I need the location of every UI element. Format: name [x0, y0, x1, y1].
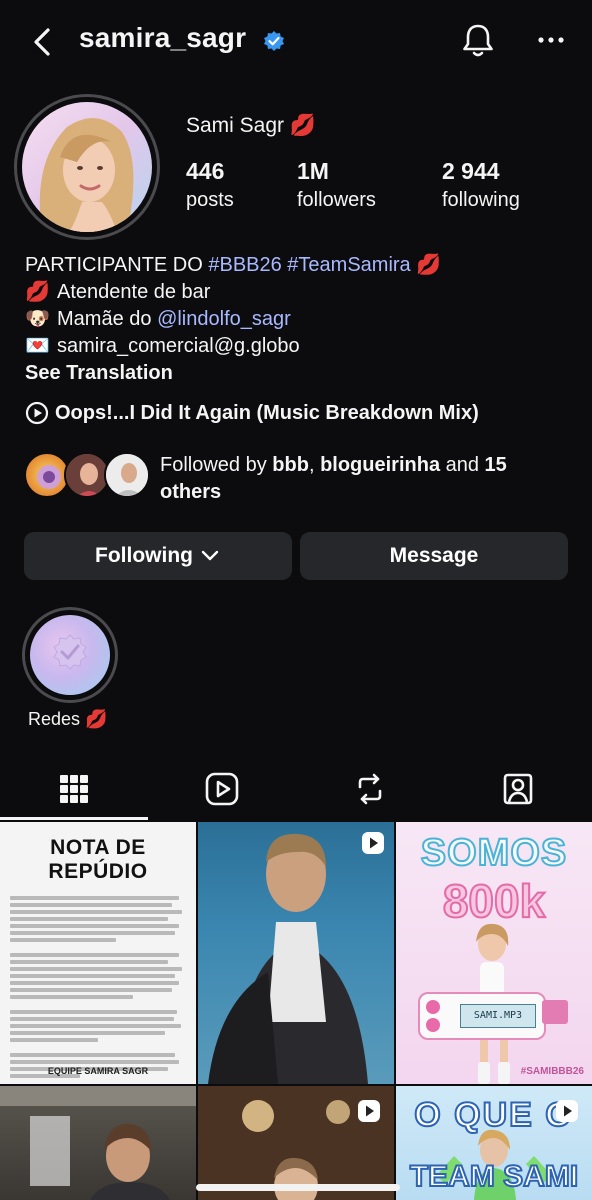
kiss-emoji: 💋 — [25, 281, 50, 303]
followers-count: 1M — [297, 158, 329, 184]
kiss-emoji: 💋 — [416, 254, 442, 276]
tab-reposts[interactable] — [296, 758, 444, 820]
tab-reels[interactable] — [148, 758, 296, 820]
badge-check-icon — [53, 634, 87, 670]
mutual-name-1: bbb — [272, 454, 309, 476]
others-text: others — [160, 481, 222, 503]
post-footer-text: EQUIPE SAMIRA SAGR — [47, 1066, 149, 1076]
usb-plug — [542, 1000, 568, 1024]
bio-text: Atendente de bar — [57, 281, 211, 303]
see-translation-link[interactable]: See Translation — [25, 360, 441, 387]
tab-grid[interactable] — [0, 758, 148, 820]
mutual-name-2: blogueirinha — [320, 454, 441, 476]
mutual-count: 15 — [484, 454, 507, 476]
back-arrow-icon[interactable] — [28, 22, 58, 62]
post-thumbnail-somos-800k[interactable]: SOMOS 800k SAMI.MP3 #SAMIBBB26 — [396, 822, 592, 1084]
profile-username: samira_sagr — [79, 22, 247, 53]
top-bar: samira_sagr — [0, 0, 592, 84]
highlight-label: Redes 💋 — [28, 709, 108, 729]
bio-email: samira_comercial@g.globo — [57, 335, 300, 357]
love-letter-emoji: 💌 — [25, 335, 50, 357]
post-thumbnail-video[interactable] — [198, 822, 394, 1084]
profile-music[interactable]: Oops!...I Did It Again (Music Breakdown … — [25, 401, 479, 425]
device-screen-label: SAMI.MP3 — [460, 1004, 536, 1028]
music-title: Oops!...I Did It Again (Music Breakdown … — [55, 401, 479, 424]
profile-tabs — [0, 758, 592, 820]
mp3-device: SAMI.MP3 — [418, 992, 546, 1040]
post-title-text: NOTA DE REPÚDIO — [48, 836, 148, 883]
reel-indicator-icon — [556, 1100, 578, 1122]
post-headline-bottom: 800k — [442, 874, 546, 928]
reel-indicator-icon — [358, 1100, 380, 1122]
reposts-icon — [358, 773, 382, 805]
followers-stat[interactable]: 1M followers — [297, 158, 376, 212]
following-stat[interactable]: 2 944 following — [442, 158, 520, 212]
active-tab-indicator — [0, 817, 148, 820]
dog-emoji: 🐶 — [25, 308, 50, 330]
posts-label: posts — [186, 189, 234, 211]
more-options-icon[interactable] — [536, 30, 566, 50]
bio-mention-link[interactable]: @lindolfo_sagr — [157, 308, 291, 330]
chevron-down-icon — [201, 550, 219, 561]
post-thumbnail-nota-de-repudio[interactable]: NOTA DE REPÚDIO EQUIPE SAMIRA SAGR — [0, 822, 196, 1084]
reel-indicator-icon — [362, 832, 384, 854]
bio-line-3: 🐶 Mamãe do @lindolfo_sagr — [25, 306, 441, 333]
message-button[interactable]: Message — [300, 532, 568, 580]
grid-icon — [60, 775, 88, 803]
following-button[interactable]: Following — [24, 532, 292, 580]
post-image — [208, 833, 368, 1084]
profile-avatar[interactable] — [22, 102, 152, 232]
post-image — [0, 1086, 196, 1200]
bio-hashtags[interactable]: #BBB26 #TeamSamira — [208, 254, 410, 276]
tab-tagged[interactable] — [444, 758, 592, 820]
and-text: and — [440, 454, 485, 476]
device-button — [426, 1018, 440, 1032]
bio-text: PARTICIPANTE DO — [25, 254, 209, 276]
post-headline-bottom: TEAM SAMI — [409, 1159, 579, 1194]
notification-bell-icon[interactable] — [460, 22, 496, 60]
post-thumbnail-row2-1[interactable] — [0, 1086, 196, 1200]
profile-bio: PARTICIPANTE DO #BBB26 #TeamSamira 💋 💋 At… — [25, 252, 441, 387]
profile-display-name: Sami Sagr 💋 — [186, 114, 317, 137]
play-circle-icon — [25, 401, 49, 425]
posts-stat[interactable]: 446 posts — [186, 158, 234, 212]
highlight-redes[interactable] — [30, 615, 110, 695]
device-button — [426, 1000, 440, 1014]
post-hashtag: #SAMIBBB26 — [520, 1066, 584, 1077]
post-thumbnail-row2-3[interactable]: O QUE O TEAM SAMI — [396, 1086, 592, 1200]
following-count: 2 944 — [442, 158, 500, 184]
bio-line-4: 💌 samira_comercial@g.globo — [25, 333, 441, 360]
message-button-label: Message — [389, 544, 479, 567]
post-headline-top: SOMOS — [420, 831, 568, 875]
followed-by-text[interactable]: Followed by bbb, blogueirinha and 15 oth… — [160, 452, 560, 506]
mutual-avatar-other — [104, 452, 150, 498]
following-button-label: Following — [95, 544, 193, 567]
bio-line-1: PARTICIPANTE DO #BBB26 #TeamSamira 💋 — [25, 252, 441, 279]
following-label: following — [442, 189, 520, 211]
verified-badge-icon — [264, 31, 284, 51]
bio-text: Mamãe do — [57, 308, 158, 330]
followed-by-prefix: Followed by — [160, 454, 273, 476]
post-thumbnail-row2-2[interactable] — [198, 1086, 394, 1200]
reels-icon — [205, 772, 239, 806]
post-body-text — [0, 884, 196, 1078]
bio-line-2: 💋 Atendente de bar — [25, 279, 441, 306]
posts-count: 446 — [186, 158, 225, 184]
home-indicator[interactable] — [196, 1184, 400, 1191]
followers-label: followers — [297, 189, 376, 211]
tagged-icon — [503, 773, 533, 805]
separator: , — [308, 454, 321, 476]
